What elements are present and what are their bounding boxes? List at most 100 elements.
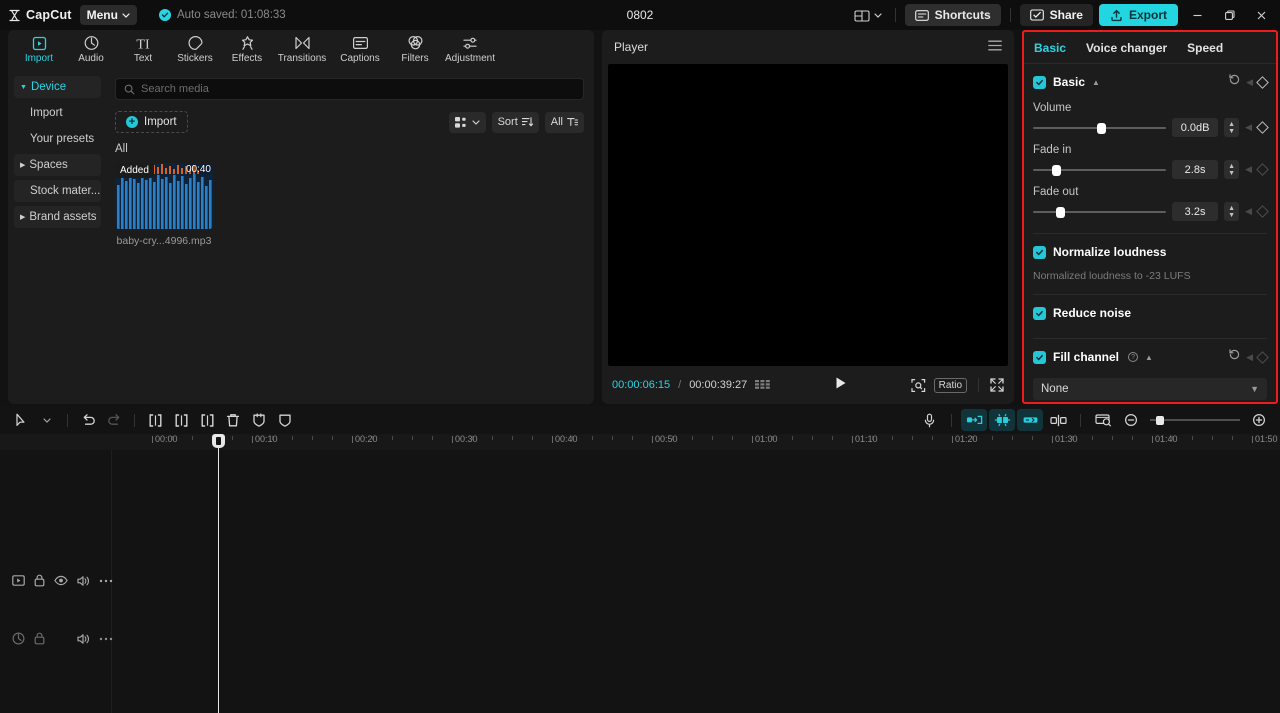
keyframe-prev-icon[interactable]: ◀ <box>1246 352 1253 363</box>
tab-speed[interactable]: Speed <box>1187 41 1223 55</box>
keyframe-prev-icon[interactable]: ◀ <box>1246 77 1253 88</box>
auto-transition-icon[interactable] <box>961 409 987 431</box>
fill-channel-select[interactable]: None ▼ <box>1033 378 1267 400</box>
tool-tab-filters[interactable]: Filters <box>390 31 440 67</box>
zoom-in-icon[interactable] <box>1246 409 1272 431</box>
tool-tab-import[interactable]: Import <box>14 31 64 67</box>
fullscreen-icon[interactable] <box>990 378 1004 392</box>
ratio-button[interactable]: Ratio <box>933 377 968 393</box>
more-options-icon[interactable] <box>99 637 113 641</box>
tool-tab-stickers[interactable]: Stickers <box>170 31 220 67</box>
split-marker-icon[interactable] <box>1045 409 1071 431</box>
search-bar[interactable] <box>115 78 584 100</box>
fade-out-value[interactable]: 3.2s <box>1172 202 1219 221</box>
sidebar-item-brand-assets[interactable]: ▶ Brand assets <box>14 206 101 228</box>
fill-channel-checkbox[interactable] <box>1033 350 1046 364</box>
split-icon[interactable] <box>142 409 168 431</box>
fade-in-keyframe-icon[interactable] <box>1256 163 1269 176</box>
fade-out-slider[interactable] <box>1033 205 1167 219</box>
volume-icon[interactable] <box>77 633 90 645</box>
link-clip-icon[interactable] <box>1017 409 1043 431</box>
media-card[interactable]: Added 00:40 baby-cry...4996.mp3 <box>115 163 213 247</box>
menu-button[interactable]: Menu <box>79 5 137 25</box>
reset-icon[interactable] <box>1228 73 1241 91</box>
fill-channel-keyframe-icon[interactable] <box>1256 350 1269 364</box>
tool-tab-transitions[interactable]: Transitions <box>274 31 330 67</box>
slider-knob[interactable] <box>1055 206 1065 218</box>
slider-knob[interactable] <box>1051 164 1061 176</box>
basic-checkbox[interactable] <box>1033 75 1046 89</box>
shortcuts-button[interactable]: Shortcuts <box>904 4 1001 26</box>
auto-cut-icon[interactable] <box>989 409 1015 431</box>
volume-keyframe-icon[interactable] <box>1256 121 1269 134</box>
zoom-slider-knob[interactable] <box>1156 416 1164 425</box>
trim-left-icon[interactable] <box>168 409 194 431</box>
tool-tab-audio[interactable]: Audio <box>66 31 116 67</box>
fade-in-slider[interactable] <box>1033 163 1167 177</box>
tool-chevron-down-icon[interactable] <box>34 409 60 431</box>
trim-right-icon[interactable] <box>194 409 220 431</box>
keyframe-prev-icon[interactable]: ◀ <box>1245 122 1252 133</box>
slider-knob[interactable] <box>1096 122 1106 134</box>
freeze-icon[interactable] <box>246 409 272 431</box>
sort-button[interactable]: Sort <box>491 111 539 133</box>
timeline-ruler[interactable]: 00:00 00:10 00:20 00:30 00:40 00:50 01:0… <box>0 434 1280 450</box>
reduce-noise-checkbox[interactable] <box>1033 306 1046 320</box>
tool-tab-adjustment[interactable]: Adjustment <box>442 31 498 67</box>
timeline-zoom-slider[interactable] <box>1150 413 1240 427</box>
volume-value[interactable]: 0.0dB <box>1172 118 1219 137</box>
preview-track-icon[interactable] <box>1090 409 1116 431</box>
eye-icon[interactable] <box>54 575 68 586</box>
collapse-icon[interactable]: ▲ <box>1145 353 1153 362</box>
grid-view-button[interactable] <box>448 111 486 133</box>
reset-icon[interactable] <box>1228 348 1241 366</box>
frames-view-icon[interactable] <box>755 379 771 391</box>
lock-icon[interactable] <box>34 632 45 645</box>
redo-icon[interactable] <box>101 409 127 431</box>
sidebar-item-spaces[interactable]: ▶ Spaces <box>14 154 101 176</box>
maximize-button[interactable] <box>1216 3 1242 27</box>
sidebar-item-import[interactable]: Import <box>14 102 101 124</box>
playhead[interactable] <box>212 434 225 713</box>
audio-track-icon[interactable] <box>12 632 25 645</box>
microphone-icon[interactable] <box>916 409 942 431</box>
keyframe-prev-icon[interactable]: ◀ <box>1245 206 1252 217</box>
close-button[interactable] <box>1248 3 1274 27</box>
collapse-icon[interactable]: ▲ <box>1092 78 1100 87</box>
layout-switch-button[interactable] <box>850 4 886 26</box>
player-stage[interactable] <box>608 64 1008 366</box>
undo-icon[interactable] <box>75 409 101 431</box>
player-menu-icon[interactable] <box>988 40 1002 54</box>
tool-tab-text[interactable]: TI Text <box>118 31 168 67</box>
media-thumbnail[interactable]: Added 00:40 <box>115 163 213 229</box>
share-button[interactable]: Share <box>1019 4 1093 26</box>
fade-out-stepper[interactable]: ▲ ▼ <box>1224 202 1240 221</box>
play-button[interactable] <box>834 376 847 395</box>
keyframe-add-icon[interactable] <box>1256 75 1269 89</box>
more-options-icon[interactable] <box>99 579 113 583</box>
sidebar-item-device[interactable]: ▼ Device <box>14 76 101 98</box>
sidebar-item-your-presets[interactable]: Your presets <box>14 128 101 150</box>
video-track-icon[interactable] <box>12 575 25 586</box>
search-input[interactable] <box>141 83 575 95</box>
keyframe-prev-icon[interactable]: ◀ <box>1245 164 1252 175</box>
fade-in-stepper[interactable]: ▲ ▼ <box>1224 160 1240 179</box>
fade-in-value[interactable]: 2.8s <box>1172 160 1219 179</box>
tab-voice-changer[interactable]: Voice changer <box>1086 41 1167 55</box>
tool-tab-captions[interactable]: Captions <box>332 31 388 67</box>
lock-icon[interactable] <box>34 574 45 587</box>
tool-tab-effects[interactable]: Effects <box>222 31 272 67</box>
tab-basic[interactable]: Basic <box>1034 41 1066 55</box>
zoom-fit-icon[interactable] <box>911 378 926 393</box>
export-button[interactable]: Export <box>1098 4 1178 26</box>
mask-icon[interactable] <box>272 409 298 431</box>
volume-icon[interactable] <box>77 575 90 587</box>
zoom-out-icon[interactable] <box>1118 409 1144 431</box>
volume-stepper[interactable]: ▲ ▼ <box>1224 118 1240 137</box>
select-arrow-icon[interactable] <box>8 409 34 431</box>
timeline-area[interactable]: Cover <box>0 450 1280 713</box>
import-media-button[interactable]: + Import <box>115 111 188 133</box>
info-icon[interactable]: ? <box>1128 352 1139 362</box>
fade-out-keyframe-icon[interactable] <box>1256 205 1269 218</box>
filter-button[interactable]: All <box>544 111 584 133</box>
